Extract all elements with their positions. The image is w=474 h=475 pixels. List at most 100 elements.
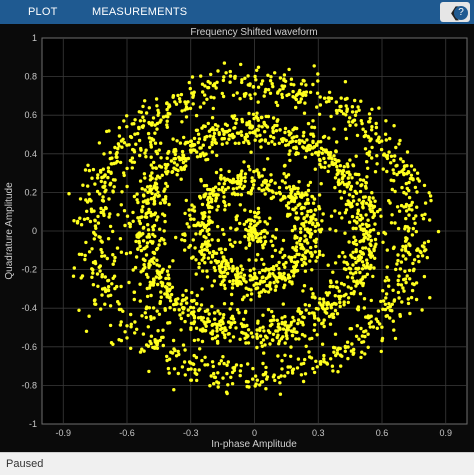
scatter-point <box>333 157 337 162</box>
help-icon[interactable]: ? <box>454 6 468 20</box>
scatter-point <box>334 149 338 154</box>
scatter-point <box>319 182 323 186</box>
scatter-point <box>96 173 100 177</box>
scatter-point <box>420 213 424 217</box>
scatter-point <box>118 237 123 241</box>
scatter-point <box>223 258 227 263</box>
scatter-point <box>279 275 283 279</box>
scatter-point <box>148 280 152 284</box>
scatter-point <box>205 97 209 102</box>
scatter-point <box>88 219 93 224</box>
scatter-point <box>339 364 343 368</box>
scatter-point <box>144 306 148 311</box>
scatter-point <box>263 139 268 143</box>
tab-plot[interactable]: PLOT <box>28 0 58 24</box>
scatter-point <box>90 275 94 279</box>
scatter-point <box>100 240 104 244</box>
scatter-point <box>129 312 133 317</box>
scatter-point <box>222 313 226 317</box>
scatter-point <box>361 281 366 286</box>
scatter-point <box>253 374 258 378</box>
scatter-point <box>312 328 316 332</box>
scatter-point <box>376 319 380 324</box>
scatter-point <box>305 201 309 205</box>
scatter-point <box>217 362 222 366</box>
scatter-point <box>207 319 212 324</box>
scatter-point <box>253 131 257 135</box>
scatter-point <box>167 371 171 375</box>
scatter-point <box>282 285 286 290</box>
scatter-point <box>153 123 157 127</box>
scatter-point <box>343 127 348 131</box>
scatter-point <box>176 93 180 98</box>
scatter-point <box>275 263 279 268</box>
scatter-point <box>191 306 196 310</box>
scatter-point <box>147 207 151 212</box>
scatter-point <box>256 118 260 123</box>
scatter-point <box>292 260 297 264</box>
scatter-point <box>359 355 363 360</box>
scatter-point <box>207 129 212 133</box>
collapse-toolstrip-button[interactable]: ❮ ? <box>440 2 470 22</box>
scatter-point <box>130 122 134 126</box>
scatter-point <box>238 373 242 378</box>
scatter-point <box>329 280 333 285</box>
scatter-point <box>227 202 231 207</box>
scatter-point <box>201 90 205 94</box>
scatter-point <box>226 383 230 387</box>
scatter-point <box>323 310 327 314</box>
scatter-point <box>231 187 236 191</box>
scatter-point <box>315 91 320 95</box>
scatter-point <box>100 250 104 255</box>
scatter-point <box>101 175 106 179</box>
scatter-point <box>93 182 97 186</box>
scatter-point <box>268 324 273 328</box>
scatter-point <box>162 229 166 233</box>
scatter-point <box>400 248 404 252</box>
scatter-point <box>216 224 220 229</box>
scatter-point <box>175 163 179 167</box>
scatter-point <box>133 118 137 122</box>
scatter-point <box>163 241 167 246</box>
scatter-point <box>192 90 196 94</box>
scatter-point <box>366 233 371 237</box>
scatter-point <box>374 132 378 136</box>
scatter-point <box>172 302 176 307</box>
scatter-point <box>191 362 196 366</box>
scatter-point <box>305 146 309 150</box>
scatter-point <box>151 306 156 310</box>
scatter-point <box>260 229 264 234</box>
scatter-point <box>303 101 307 105</box>
scatter-point <box>343 255 347 259</box>
scatter-point <box>155 343 159 347</box>
scatter-point <box>219 247 223 251</box>
scatter-point <box>149 293 153 298</box>
scatter-point <box>231 366 235 370</box>
scatter-point <box>182 135 186 140</box>
scatter-point <box>335 140 339 144</box>
scatter-point <box>277 260 281 265</box>
scatter-point <box>261 313 265 317</box>
scatter-point <box>281 238 286 243</box>
scatter-point <box>196 132 201 136</box>
scatter-point <box>106 237 111 241</box>
scatter-point <box>255 378 259 382</box>
scatter-point <box>352 235 356 239</box>
scatter-point <box>77 252 82 256</box>
scatter-point <box>144 212 148 216</box>
scatter-point <box>397 209 402 213</box>
scatter-point <box>333 346 337 350</box>
scatter-point <box>302 79 306 83</box>
scatter-point <box>151 283 155 287</box>
scatter-point <box>325 361 329 365</box>
scatter-chart[interactable]: -0.9 -0.6 -0.3 0 0.3 0.6 0.9 10.80.60.40.20-0.… <box>0 24 474 452</box>
scatter-point <box>208 81 212 85</box>
scatter-point <box>115 284 119 289</box>
scatter-point <box>152 160 156 165</box>
tab-measurements[interactable]: MEASUREMENTS <box>92 0 187 24</box>
scatter-point <box>214 170 219 175</box>
scatter-point <box>220 188 224 192</box>
scatter-point <box>312 145 317 149</box>
scatter-point <box>414 229 418 234</box>
scatter-point <box>154 275 158 279</box>
